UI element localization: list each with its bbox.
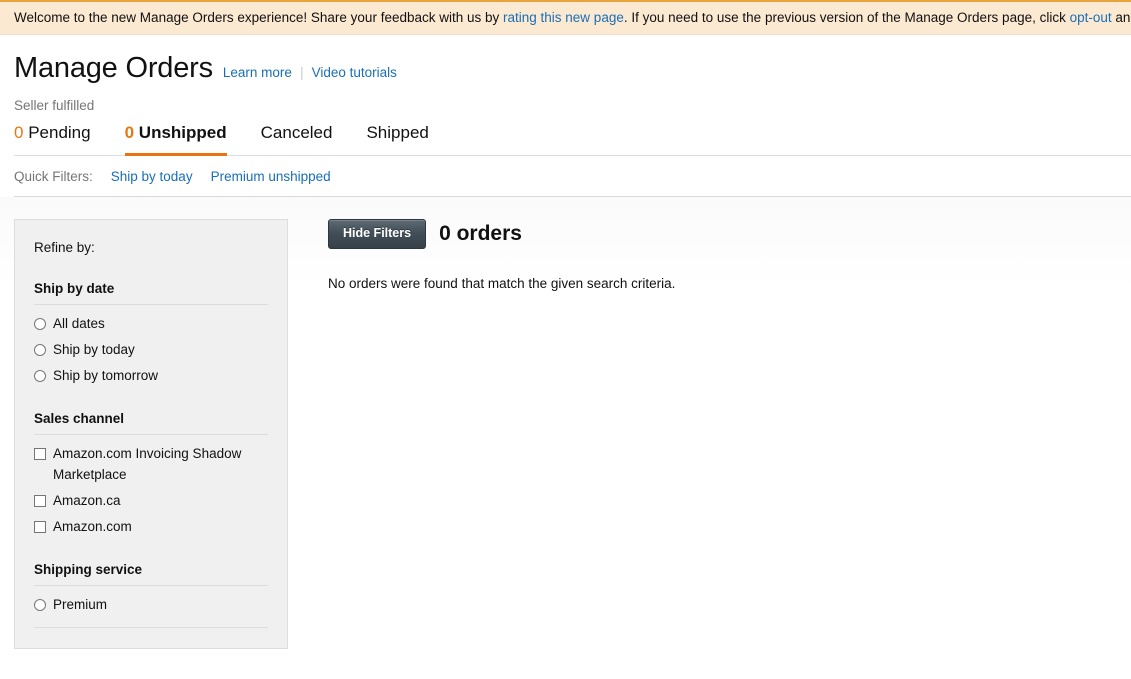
tab-shipped[interactable]: Shipped xyxy=(366,123,428,156)
quick-filters-container: Quick Filters: Ship by today Premium uns… xyxy=(0,156,1131,198)
tab-unshipped-label: Unshipped xyxy=(138,122,227,142)
radio-icon[interactable] xyxy=(34,598,46,611)
quick-filters-label: Quick Filters: xyxy=(14,169,93,185)
checkbox-option-amazon-com[interactable]: Amazon.com xyxy=(34,517,268,538)
radio-icon[interactable] xyxy=(34,318,46,331)
facet-ship-by-date-options: All dates Ship by today Ship by tomorrow xyxy=(34,314,268,387)
checkbox-option-amazon-com-label: Amazon.com xyxy=(53,518,132,534)
rating-this-new-page-link[interactable]: rating this new page xyxy=(503,10,624,25)
quick-filter-premium-unshipped[interactable]: Premium unshipped xyxy=(211,169,331,184)
hide-filters-button[interactable]: Hide Filters xyxy=(328,219,427,250)
results-header: Hide Filters 0 orders xyxy=(328,219,1131,250)
orders-count: 0 orders xyxy=(439,222,522,246)
radio-option-premium-label: Premium xyxy=(53,596,108,612)
tabs-container: 0 Pending 0 Unshipped Canceled Shipped xyxy=(0,122,1131,157)
tab-pending[interactable]: 0 Pending xyxy=(14,123,91,156)
radio-icon[interactable] xyxy=(34,344,46,357)
facet-ship-by-date: Ship by date All dates Ship by today Shi… xyxy=(34,281,268,387)
results-area: Hide Filters 0 orders No orders were fou… xyxy=(288,219,1131,291)
facet-sales-channel-options: Amazon.com Invoicing Shadow Marketplace … xyxy=(34,444,268,538)
facet-shipping-service-divider xyxy=(34,584,268,586)
refine-panel: Refine by: Ship by date All dates Ship b… xyxy=(14,219,288,649)
quick-filters: Quick Filters: Ship by today Premium uns… xyxy=(14,169,1131,184)
tab-pending-label: Pending xyxy=(28,122,91,142)
radio-option-ship-by-tomorrow[interactable]: Ship by tomorrow xyxy=(34,366,268,387)
order-status-tabs: 0 Pending 0 Unshipped Canceled Shipped xyxy=(14,122,1131,157)
radio-option-ship-by-today-label: Ship by today xyxy=(53,342,135,358)
checkbox-icon[interactable] xyxy=(34,448,46,461)
tab-pending-count: 0 xyxy=(14,122,24,142)
facet-sales-channel-divider xyxy=(34,434,268,436)
facet-sales-channel-title: Sales channel xyxy=(34,411,125,427)
facet-ship-by-date-title: Ship by date xyxy=(34,281,115,297)
empty-results-message: No orders were found that match the give… xyxy=(328,276,676,292)
facet-shipping-service-options: Premium xyxy=(34,595,268,616)
notification-banner: Welcome to the new Manage Orders experie… xyxy=(0,0,1131,35)
radio-option-all-dates[interactable]: All dates xyxy=(34,314,268,335)
tab-canceled-label: Canceled xyxy=(260,122,333,142)
radio-icon[interactable] xyxy=(34,370,46,383)
page-subtitle: Seller fulfilled xyxy=(14,97,95,113)
tab-canceled[interactable]: Canceled xyxy=(261,123,333,156)
facet-shipping-service-title: Shipping service xyxy=(34,561,143,577)
title-row: Manage Orders Learn more | Video tutoria… xyxy=(14,52,1131,85)
radio-option-ship-by-tomorrow-label: Ship by tomorrow xyxy=(53,368,159,384)
notification-banner-text: Welcome to the new Manage Orders experie… xyxy=(14,11,1131,25)
opt-out-link[interactable]: opt-out xyxy=(1070,10,1112,25)
facet-shipping-service-bottom-divider xyxy=(34,626,268,628)
content-area: Refine by: Ship by date All dates Ship b… xyxy=(0,197,1131,669)
checkbox-icon[interactable] xyxy=(34,520,46,533)
checkbox-icon[interactable] xyxy=(34,494,46,507)
checkbox-option-amazon-invoicing-shadow-marketplace[interactable]: Amazon.com Invoicing Shadow Marketplace xyxy=(34,444,268,486)
quick-filter-ship-by-today[interactable]: Ship by today xyxy=(111,169,193,184)
facet-ship-by-date-divider xyxy=(34,304,268,306)
facet-sales-channel: Sales channel Amazon.com Invoicing Shado… xyxy=(34,411,268,538)
page-title: Manage Orders xyxy=(14,52,213,84)
banner-text-part-3: and se xyxy=(1115,10,1131,26)
banner-text-part-2: . If you need to use the previous versio… xyxy=(623,10,1070,26)
refine-by-heading: Refine by: xyxy=(34,240,95,256)
header-link-divider: | xyxy=(299,64,304,80)
page-header: Manage Orders Learn more | Video tutoria… xyxy=(0,35,1131,113)
banner-text-part-1: Welcome to the new Manage Orders experie… xyxy=(14,10,504,26)
radio-option-ship-by-today[interactable]: Ship by today xyxy=(34,340,268,361)
tab-unshipped-count: 0 xyxy=(124,122,135,142)
video-tutorials-link[interactable]: Video tutorials xyxy=(312,65,397,80)
learn-more-link[interactable]: Learn more xyxy=(223,65,292,80)
radio-option-all-dates-label: All dates xyxy=(53,316,105,332)
quick-filters-divider xyxy=(14,196,1131,198)
header-links: Learn more | Video tutorials xyxy=(223,64,397,80)
checkbox-option-amazon-ca[interactable]: Amazon.ca xyxy=(34,491,268,512)
tab-shipped-label: Shipped xyxy=(366,122,429,142)
tab-unshipped[interactable]: 0 Unshipped xyxy=(124,122,227,157)
checkbox-option-amazon-ca-label: Amazon.ca xyxy=(53,492,121,508)
facet-shipping-service: Shipping service Premium xyxy=(34,562,268,628)
checkbox-option-amazon-invoicing-shadow-marketplace-label: Amazon.com Invoicing Shadow Marketplace xyxy=(53,446,242,482)
radio-option-premium[interactable]: Premium xyxy=(34,595,268,616)
